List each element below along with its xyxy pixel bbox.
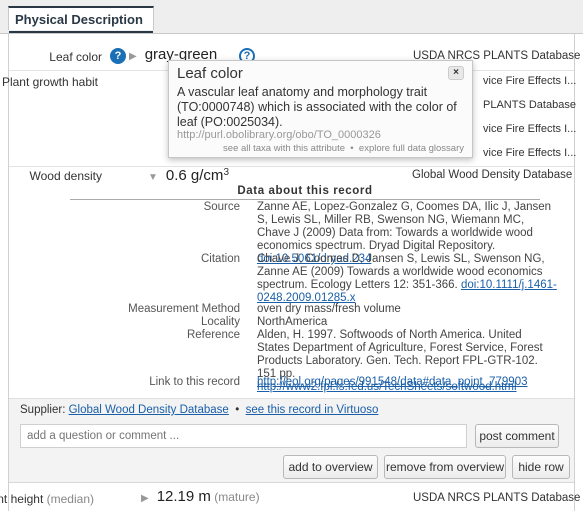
virtuoso-link[interactable]: see this record in Virtuoso — [246, 404, 379, 416]
row-wood-density[interactable]: Wood density ▼ 0.6 g/cm3 Global Wood Dens… — [9, 167, 574, 187]
close-icon[interactable]: × — [448, 66, 464, 80]
record-permalink[interactable]: http://eol.org/pages/991548/data#data_po… — [257, 376, 528, 388]
record-link-value: http://eol.org/pages/991548/data#data_po… — [257, 376, 557, 389]
collapse-triangle-icon: ▼ — [148, 172, 158, 183]
row-label: Plant growth habit — [1, 75, 98, 89]
source-label: Source — [203, 201, 240, 213]
glossary-popup: Leaf color × A vascular leaf anatomy and… — [168, 60, 473, 158]
tab-physical-description[interactable]: Physical Description — [8, 6, 154, 33]
hide-row-button[interactable]: hide row — [512, 455, 570, 479]
remove-from-overview-button[interactable]: remove from overview — [384, 455, 506, 479]
comment-input[interactable] — [20, 424, 467, 448]
row-source: PLANTS Database — [483, 99, 576, 111]
locality-value: NorthAmerica — [257, 316, 328, 328]
popup-links: see all taxa with this attribute • explo… — [223, 143, 464, 154]
row-source: vice Fire Effects I... — [483, 123, 577, 135]
tab-bar: Physical Description — [0, 0, 583, 34]
see-all-taxa-link[interactable]: see all taxa with this attribute — [223, 143, 345, 154]
row-label: Wood density — [29, 169, 103, 183]
row-source: vice Fire Effects I... — [483, 147, 577, 159]
popup-description: A vascular leaf anatomy and morphology t… — [177, 85, 457, 129]
row-label: Plant height (median) — [0, 492, 94, 506]
row-value[interactable]: ▶ 12.19 m (mature) — [141, 488, 260, 505]
reference-label: Reference — [186, 329, 240, 341]
row-source: Global Wood Density Database — [412, 169, 573, 181]
expand-triangle-icon: ▶ — [141, 493, 149, 504]
expand-triangle-icon: ▶ — [129, 51, 137, 62]
add-to-overview-button[interactable]: add to overview — [283, 455, 378, 479]
method-value: oven dry mass/fresh volume — [257, 303, 401, 315]
row-source: vice Fire Effects I... — [483, 75, 577, 87]
popup-ontology-url[interactable]: http://purl.obolibrary.org/obo/TO_000032… — [177, 129, 381, 141]
row-label: Leaf color — [49, 50, 102, 64]
supplier-line: Supplier: Global Wood Density Database •… — [20, 404, 379, 416]
citation-value: Chave J, Coomes D, Jansen S, Lewis SL, S… — [257, 253, 557, 304]
record-link-label: Link to this record — [149, 376, 240, 388]
row-source: USDA NRCS PLANTS Database — [413, 492, 581, 504]
citation-label: Citation — [201, 253, 240, 265]
help-icon[interactable]: ? — [110, 48, 126, 64]
row-plant-height[interactable]: Plant height (median) ▶12.19 m (mature) … — [0, 485, 580, 511]
supplier-link[interactable]: Global Wood Density Database — [69, 404, 229, 416]
explore-glossary-link[interactable]: explore full data glossary — [359, 143, 464, 154]
popup-title: Leaf color — [177, 65, 243, 82]
row-value[interactable]: ▼ 0.6 g/cm3 — [148, 167, 229, 184]
post-comment-button[interactable]: post comment — [475, 424, 559, 448]
method-label: Measurement Method — [128, 303, 240, 315]
locality-label: Locality — [201, 316, 240, 328]
record-heading: Data about this record — [70, 185, 540, 200]
